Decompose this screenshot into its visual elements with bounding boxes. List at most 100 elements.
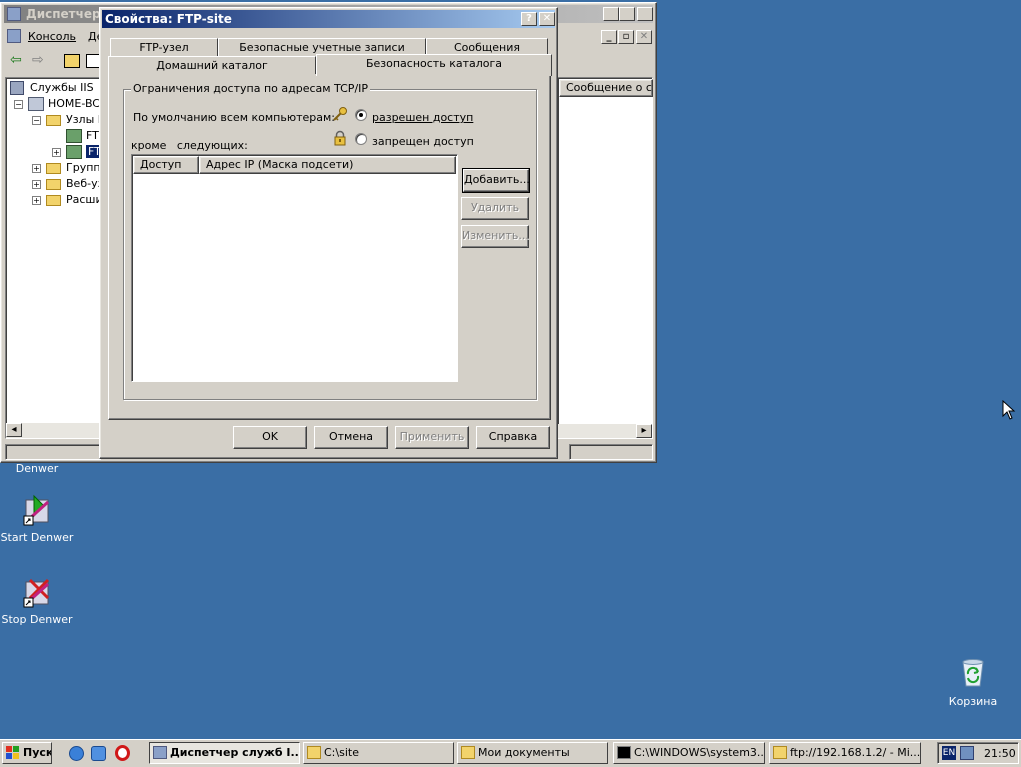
- collapse-icon[interactable]: −: [14, 100, 23, 109]
- tree-item-iis[interactable]: Службы IIS: [30, 81, 94, 94]
- maximize-icon[interactable]: □: [619, 7, 635, 21]
- clock: 21:50: [984, 747, 1016, 760]
- task-label: ftp://192.168.1.2/ - Mi...: [790, 746, 921, 759]
- mouse-cursor-icon: [1002, 399, 1016, 423]
- menu-console[interactable]: Консоль: [28, 30, 76, 43]
- help-button[interactable]: Справка: [476, 426, 550, 449]
- cancel-button[interactable]: Отмена: [314, 426, 388, 449]
- tree-item-ftp-1[interactable]: FT: [86, 129, 99, 142]
- recycle-bin-icon[interactable]: [958, 656, 988, 688]
- default-access-label: По умолчанию всем компьютерам:: [133, 111, 336, 124]
- tab-ftp-site[interactable]: FTP-узел: [110, 38, 218, 57]
- start-button[interactable]: Пуск: [2, 742, 52, 764]
- desktop-icon-recycle-label[interactable]: Корзина: [933, 695, 1013, 708]
- tcpip-restrictions-group: Ограничения доступа по адресам TCP/IP По…: [123, 82, 537, 400]
- key-icon: [332, 106, 348, 125]
- task-label: Диспетчер служб I...: [170, 746, 300, 759]
- stop-denwer-icon[interactable]: [22, 576, 54, 608]
- column-header-access[interactable]: Доступ: [133, 156, 199, 174]
- child-minimize-icon[interactable]: _: [601, 30, 617, 44]
- start-label: Пуск: [23, 746, 52, 759]
- ftp-site-icon: [66, 145, 82, 159]
- column-header-message[interactable]: Сообщение о сос: [559, 79, 653, 97]
- add-button[interactable]: Добавить...: [462, 168, 530, 193]
- dialog-close-icon[interactable]: ✕: [539, 12, 555, 26]
- group-title: Ограничения доступа по адресам TCP/IP: [131, 82, 371, 95]
- task-label: Мои документы: [478, 746, 570, 759]
- folder-icon: [46, 179, 61, 190]
- column-header-ip[interactable]: Адрес IP (Маска подсети): [199, 156, 456, 174]
- ip-list-view[interactable]: Доступ Адрес IP (Маска подсети): [131, 154, 458, 382]
- task-my-documents[interactable]: Мои документы: [457, 742, 608, 764]
- tree-scrollbar[interactable]: ◂: [6, 423, 104, 438]
- radio-deny[interactable]: [355, 133, 367, 145]
- details-pane: Сообщение о сос ▸: [557, 77, 653, 439]
- tab-directory-security[interactable]: Безопасность каталога: [316, 54, 552, 76]
- close-icon[interactable]: ✕: [637, 7, 653, 21]
- opera-icon[interactable]: [115, 745, 130, 761]
- desktop-icon-start-denwer-label[interactable]: Start Denwer: [0, 531, 77, 544]
- dialog-titlebar[interactable]: Свойства: FTP-site ? ✕: [102, 10, 555, 28]
- remove-button[interactable]: Удалить: [461, 197, 529, 220]
- tree-item-web-sites[interactable]: Веб-уз: [66, 177, 103, 190]
- mmc-icon: [7, 7, 21, 21]
- minimize-icon[interactable]: _: [603, 7, 619, 21]
- apply-button[interactable]: Применить: [395, 426, 469, 449]
- desktop-icon-denwer-label[interactable]: Denwer: [0, 462, 77, 475]
- expand-icon[interactable]: +: [52, 148, 61, 157]
- help-icon[interactable]: ?: [521, 12, 537, 26]
- desktop-icon-stop-denwer-label[interactable]: Stop Denwer: [0, 613, 77, 626]
- iis-services-icon: [10, 81, 24, 95]
- folder-icon: [46, 163, 61, 174]
- tab-home-directory[interactable]: Домашний каталог: [108, 56, 316, 75]
- task-site-folder[interactable]: C:\site: [303, 742, 454, 764]
- tree-item-extensions[interactable]: Расши: [66, 193, 103, 206]
- radio-deny-label[interactable]: запрещен доступ: [372, 135, 474, 148]
- collapse-icon[interactable]: −: [32, 116, 41, 125]
- child-restore-icon[interactable]: ▫: [618, 30, 634, 44]
- status-bar-right: [569, 444, 653, 460]
- lock-icon: [332, 130, 348, 149]
- radio-allow[interactable]: [355, 109, 367, 121]
- back-arrow-icon[interactable]: ⇦: [10, 52, 22, 68]
- dialog-title: Свойства: FTP-site: [105, 12, 232, 26]
- tab-page: Ограничения доступа по адресам TCP/IP По…: [108, 74, 551, 420]
- ftp-properties-dialog: Свойства: FTP-site ? ✕ FTP-узел Безопасн…: [99, 7, 558, 459]
- except-label: кроме следующих:: [131, 139, 248, 152]
- folder-icon: [307, 746, 321, 759]
- folder-icon: [46, 195, 61, 206]
- tree-pane: Службы IIS − HOME-BC7 − Узлы F FT + FT +…: [5, 77, 107, 439]
- expand-icon[interactable]: +: [32, 196, 41, 205]
- child-close-icon[interactable]: ✕: [636, 30, 652, 44]
- ie-alt-icon[interactable]: [91, 746, 106, 761]
- expand-icon[interactable]: +: [32, 180, 41, 189]
- show-tree-icon[interactable]: [86, 54, 100, 68]
- windows-logo-icon: [6, 746, 20, 759]
- ftp-site-icon: [66, 129, 82, 143]
- tree-item-app-pools[interactable]: Групп: [66, 161, 101, 174]
- computer-icon: [28, 97, 44, 111]
- scroll-right-icon[interactable]: ▸: [636, 424, 652, 438]
- task-cmd[interactable]: C:\WINDOWS\system3...: [613, 742, 765, 764]
- folder-icon: [46, 115, 61, 126]
- forward-arrow-icon[interactable]: ⇨: [32, 52, 44, 68]
- system-tray: EN 21:50: [937, 742, 1019, 764]
- language-indicator[interactable]: EN: [942, 746, 956, 760]
- up-folder-icon[interactable]: [64, 54, 80, 68]
- ftp-folder-icon: [773, 746, 787, 759]
- task-ftp-explorer[interactable]: ftp://192.168.1.2/ - Mi...: [769, 742, 921, 764]
- radio-allow-label[interactable]: разрешен доступ: [372, 111, 473, 124]
- start-denwer-icon[interactable]: [22, 494, 54, 526]
- horizontal-scrollbar[interactable]: ▸: [558, 424, 652, 438]
- task-iis-manager[interactable]: Диспетчер служб I...: [149, 742, 300, 764]
- folder-icon: [461, 746, 475, 759]
- status-bar: [5, 444, 101, 460]
- mmc-icon: [153, 746, 167, 759]
- scroll-left-icon[interactable]: ◂: [6, 423, 22, 437]
- edit-button[interactable]: Изменить...: [461, 225, 529, 248]
- task-label: C:\site: [324, 746, 359, 759]
- ok-button[interactable]: OK: [233, 426, 307, 449]
- network-icon[interactable]: [960, 746, 974, 760]
- expand-icon[interactable]: +: [32, 164, 41, 173]
- ie-icon[interactable]: [69, 746, 84, 761]
